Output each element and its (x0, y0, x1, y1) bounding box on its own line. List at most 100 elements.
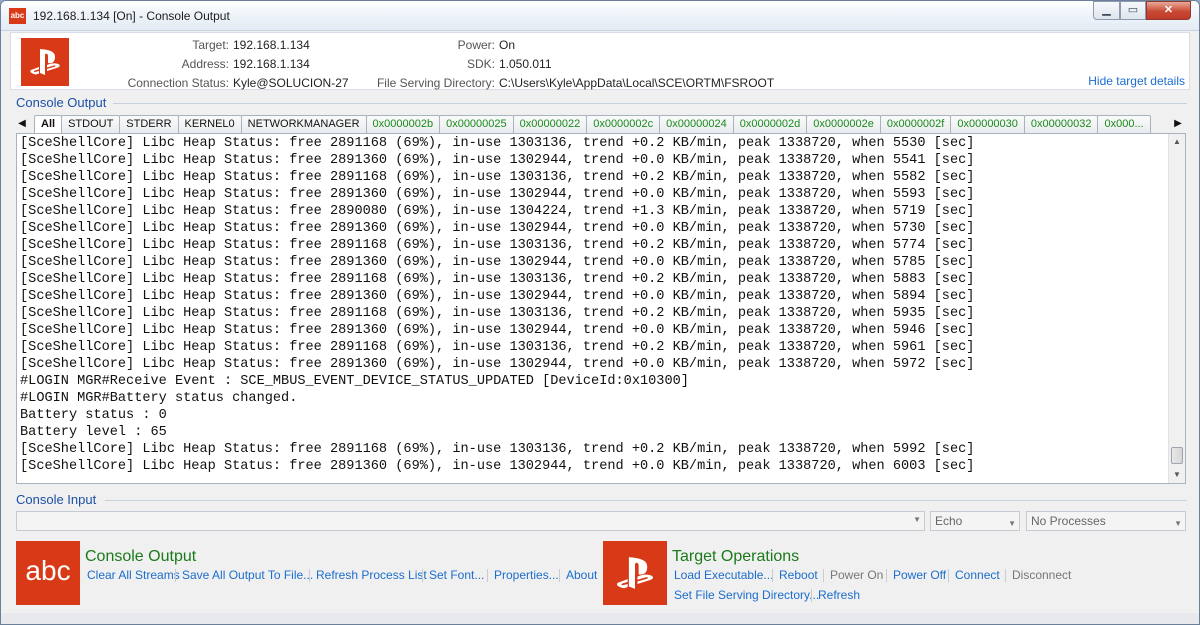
disconnect-link[interactable]: Disconnect (1012, 568, 1071, 582)
console-lines: [SceShellCore] Libc Heap Status: free 28… (20, 135, 1168, 475)
set-file-serving-directory-link[interactable]: Set File Serving Directory... (674, 588, 819, 602)
console-line: [SceShellCore] Libc Heap Status: free 28… (20, 238, 975, 253)
playstation-icon (21, 38, 69, 86)
tab-0x0000002f[interactable]: 0x0000002f (879, 115, 952, 133)
process-select[interactable]: No Processes ▼ (1026, 511, 1186, 531)
process-select-value: No Processes (1031, 514, 1106, 528)
link-separator (175, 569, 176, 582)
maximize-button[interactable]: ▭ (1120, 1, 1146, 20)
tab-0x00000025[interactable]: 0x00000025 (439, 115, 514, 133)
chevron-down-icon[interactable]: ▼ (913, 515, 921, 524)
link-separator (886, 569, 887, 582)
playstation-icon (616, 557, 654, 589)
console-line: [SceShellCore] Libc Heap Status: free 28… (20, 153, 975, 168)
console-line: Battery status : 0 (20, 408, 167, 423)
load-executable-link[interactable]: Load Executable... (674, 568, 773, 582)
scroll-down-button[interactable]: ▼ (1169, 467, 1185, 483)
connection-status-value: Kyle@SOLUCION-27 (233, 76, 349, 90)
tab-0x000[interactable]: 0x000... (1097, 115, 1151, 133)
link-separator (948, 569, 949, 582)
console-input-group-title: Console Input (16, 492, 97, 507)
window-title: 192.168.1.134 [On] - Console Output (33, 9, 230, 23)
tab-0x00000022[interactable]: 0x00000022 (512, 115, 588, 133)
tab-all[interactable]: All (34, 115, 63, 133)
address-value: 192.168.1.134 (233, 57, 310, 71)
properties-link[interactable]: Properties... (494, 568, 559, 582)
connect-link[interactable]: Connect (955, 568, 1000, 582)
console-line: [SceShellCore] Libc Heap Status: free 28… (20, 323, 975, 338)
file-serving-directory-value: C:\Users\Kyle\AppData\Local\SCE\ORTM\FSR… (499, 76, 775, 90)
console-output-icon-text: abc (25, 555, 71, 586)
tab-strip: All STDOUT STDERR KERNEL0 NETWORKMANAGER 0x00… (34, 114, 1167, 133)
group-divider (105, 500, 1187, 501)
refresh-process-list-link[interactable]: Refresh Process List (316, 568, 427, 582)
tab-0x0000002d[interactable]: 0x0000002d (732, 115, 808, 133)
close-button[interactable]: ✕ (1146, 1, 1191, 20)
console-line: [SceShellCore] Libc Heap Status: free 28… (20, 459, 975, 474)
tab-0x00000024[interactable]: 0x00000024 (659, 115, 734, 133)
hide-target-details-link[interactable]: Hide target details (1088, 74, 1185, 88)
power-value: On (499, 38, 516, 52)
console-line: Battery level : 65 (20, 425, 167, 440)
echo-select[interactable]: Echo ▼ (930, 511, 1020, 531)
app-window: abc 192.168.1.134 [On] - Console Output … (0, 0, 1200, 625)
connection-status-label: Connection Status: (127, 76, 229, 90)
power-on-link[interactable]: Power On (830, 568, 883, 582)
console-line: #LOGIN MGR#Receive Event : SCE_MBUS_EVEN… (20, 374, 689, 389)
refresh-link[interactable]: Refresh (818, 588, 860, 602)
console-line: [SceShellCore] Libc Heap Status: free 28… (20, 170, 975, 185)
link-separator (772, 569, 773, 582)
console-line: #LOGIN MGR#Battery status changed. (20, 391, 298, 406)
console-line: [SceShellCore] Libc Heap Status: free 28… (20, 442, 975, 457)
window-bottom-edge (1, 613, 1199, 624)
sdk-label: SDK: (466, 57, 495, 71)
scrollbar-thumb[interactable] (1171, 447, 1183, 464)
clear-all-streams-link[interactable]: Clear All Streams (87, 568, 180, 582)
scroll-up-button[interactable]: ▲ (1169, 134, 1185, 150)
link-separator (811, 589, 812, 602)
console-line: [SceShellCore] Libc Heap Status: free 28… (20, 255, 975, 270)
tab-0x0000002b[interactable]: 0x0000002b (365, 115, 441, 133)
link-separator (422, 569, 423, 582)
title-bar[interactable]: abc 192.168.1.134 [On] - Console Output … (1, 1, 1199, 31)
sdk-value: 1.050.011 (499, 57, 552, 71)
power-off-link[interactable]: Power Off (893, 568, 946, 582)
console-output-panel-title: Console Output (85, 548, 197, 565)
console-scrollbar[interactable]: ▲ ▼ (1168, 134, 1185, 483)
console-line: [SceShellCore] Libc Heap Status: free 28… (20, 306, 975, 321)
console-line: [SceShellCore] Libc Heap Status: free 28… (20, 272, 975, 287)
app-icon: abc (9, 8, 26, 24)
console-line: [SceShellCore] Libc Heap Status: free 28… (20, 136, 975, 151)
console-output-area[interactable]: [SceShellCore] Libc Heap Status: free 28… (16, 133, 1186, 484)
tabs-scroll-right-button[interactable]: ▶ (1170, 115, 1186, 132)
console-input-field[interactable]: ▼ (16, 511, 925, 531)
target-operations-panel-title: Target Operations (672, 548, 800, 565)
link-separator (823, 569, 824, 582)
group-divider (113, 103, 1187, 104)
console-line: [SceShellCore] Libc Heap Status: free 28… (20, 187, 975, 202)
save-all-output-to-file-link[interactable]: Save All Output To File... (182, 568, 313, 582)
set-font-link[interactable]: Set Font... (429, 568, 484, 582)
tab-stdout[interactable]: STDOUT (61, 115, 121, 133)
console-line: [SceShellCore] Libc Heap Status: free 28… (20, 340, 975, 355)
about-link[interactable]: About (566, 568, 597, 582)
target-label: Target: (192, 38, 229, 52)
target-operations-icon (603, 541, 667, 605)
stream-tabs: ◀ All STDOUT STDERR KERNEL0 NETWORKMANAGER 0x… (14, 114, 1187, 133)
console-line: [SceShellCore] Libc Heap Status: free 28… (20, 357, 975, 372)
tab-0x00000032[interactable]: 0x00000032 (1023, 115, 1099, 133)
address-label: Address: (181, 57, 229, 71)
tabs-scroll-left-button[interactable]: ◀ (14, 115, 30, 132)
reboot-link[interactable]: Reboot (779, 568, 818, 582)
tab-stderr[interactable]: STDERR (119, 115, 179, 133)
tab-networkmanager[interactable]: NETWORKMANAGER (240, 115, 367, 133)
target-value: 192.168.1.134 (233, 38, 310, 52)
tab-0x0000002c[interactable]: 0x0000002c (586, 115, 661, 133)
tab-0x00000030[interactable]: 0x00000030 (950, 115, 1025, 133)
tab-kernel0[interactable]: KERNEL0 (177, 115, 242, 133)
minimize-button[interactable]: ▁ (1093, 1, 1120, 20)
file-serving-directory-label: File Serving Directory: (376, 76, 495, 90)
console-line: [SceShellCore] Libc Heap Status: free 28… (20, 204, 975, 219)
link-separator (309, 569, 310, 582)
tab-0x0000002e[interactable]: 0x0000002e (806, 115, 881, 133)
